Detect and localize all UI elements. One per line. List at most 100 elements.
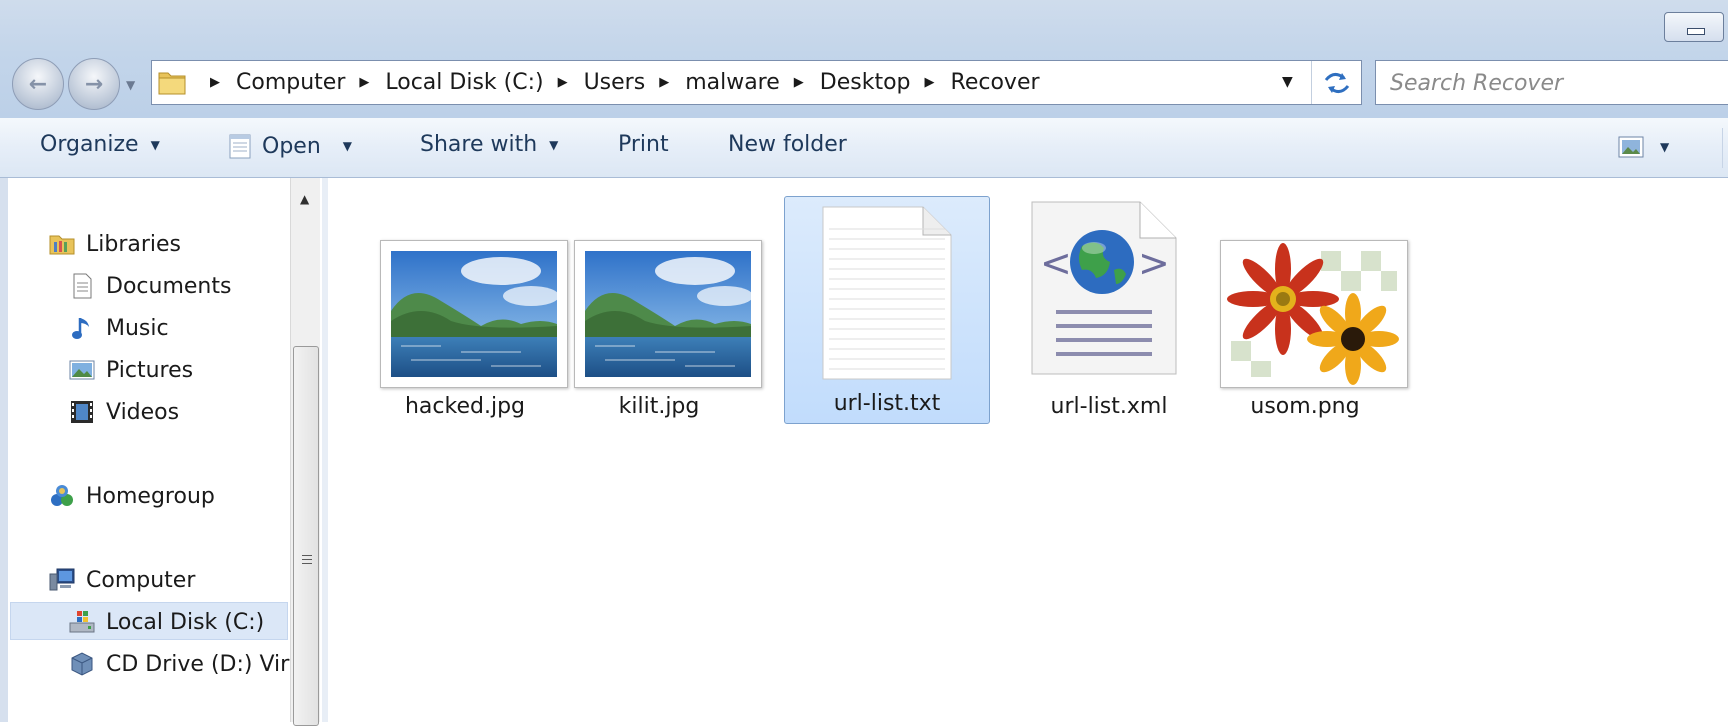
sidebar-item-videos[interactable]: Videos — [68, 398, 179, 426]
sidebar-item-homegroup[interactable]: Homegroup — [48, 482, 215, 510]
file-item-url-list-txt[interactable]: url-list.txt — [784, 196, 990, 424]
recent-pages-button[interactable]: ▼ — [126, 78, 135, 92]
breadcrumb-item-local-disk[interactable]: ▶ Local Disk (C:) — [345, 70, 543, 95]
breadcrumb-label[interactable]: Recover — [951, 70, 1040, 95]
landscape-thumbnail — [380, 240, 568, 388]
landscape-thumbnail — [574, 240, 762, 388]
chevron-down-icon: ▼ — [150, 137, 160, 152]
refresh-icon — [1324, 72, 1350, 93]
sidebar-item-label: Computer — [86, 567, 196, 593]
minimize-button[interactable] — [1664, 12, 1724, 42]
film-icon — [71, 401, 93, 423]
sidebar-item-label: Homegroup — [86, 483, 215, 509]
music-icon — [72, 318, 89, 339]
sidebar-item-label: Pictures — [106, 357, 194, 383]
minimize-icon — [1687, 28, 1705, 35]
computer-icon — [49, 568, 75, 591]
sidebar-item-label: Videos — [106, 399, 180, 425]
breadcrumb-label[interactable]: malware — [685, 70, 780, 95]
chevron-right-icon[interactable]: ▶ — [659, 75, 669, 90]
sidebar-item-label: Documents — [106, 273, 232, 299]
libraries-icon — [49, 235, 75, 255]
file-item-url-list-xml[interactable]: < > url-list.xml — [1006, 198, 1212, 426]
sidebar-item-label: CD Drive (D:) Virt — [106, 651, 298, 677]
grip-icon — [302, 555, 312, 567]
chevron-right-icon[interactable]: ▶ — [925, 75, 935, 90]
file-name: kilit.jpg — [618, 394, 700, 419]
svg-text:>: > — [1138, 241, 1170, 285]
sidebar-item-documents[interactable]: Documents — [68, 272, 231, 300]
command-bar: Organize ▼ Open ▼ Share with ▼ Print New… — [0, 118, 1728, 178]
sidebar-item-pictures[interactable]: Pictures — [68, 356, 193, 384]
xml-globe-icon: < > — [1031, 201, 1177, 375]
chevron-right-icon[interactable]: ▶ — [794, 75, 804, 90]
navigation-scrollbar[interactable]: ▲ — [290, 178, 320, 726]
chevron-down-icon: ▼ — [549, 137, 559, 152]
scrollbar-thumb[interactable] — [293, 346, 319, 726]
chevron-right-icon[interactable]: ▶ — [558, 75, 568, 90]
cd-drive-icon — [71, 652, 93, 676]
chevron-down-icon[interactable]: ▼ — [1660, 140, 1669, 154]
breadcrumb-label[interactable]: Computer — [236, 70, 345, 95]
file-item-kilit-jpg[interactable]: kilit.jpg — [556, 198, 762, 426]
address-bar[interactable]: ▶ Computer ▶ Local Disk (C:) ▶ Users ▶ m… — [151, 60, 1362, 105]
breadcrumb-item-computer[interactable]: ▶ Computer — [196, 70, 345, 95]
search-input[interactable] — [1388, 67, 1722, 99]
sidebar-item-label: Music — [106, 315, 169, 341]
arrow-left-icon: ← — [28, 71, 48, 97]
scroll-up-icon[interactable]: ▲ — [300, 192, 309, 206]
new-folder-label: New folder — [728, 132, 847, 157]
sidebar-item-cd-drive[interactable]: CD Drive (D:) Virt — [68, 650, 298, 678]
file-name: url-list.xml — [1050, 394, 1168, 419]
search-box[interactable] — [1375, 60, 1728, 105]
breadcrumb-item-desktop[interactable]: ▶ Desktop — [780, 70, 911, 95]
text-file-icon — [822, 206, 952, 380]
pictures-icon — [69, 360, 95, 380]
breadcrumb-label[interactable]: Users — [584, 70, 646, 95]
sidebar-item-label: Libraries — [86, 231, 182, 257]
breadcrumb-label[interactable]: Local Disk (C:) — [385, 70, 543, 95]
sidebar-item-libraries[interactable]: Libraries — [48, 230, 181, 258]
chevron-right-icon[interactable]: ▶ — [210, 75, 220, 90]
navigation-pane — [0, 178, 322, 722]
organize-button[interactable]: Organize ▼ — [40, 132, 160, 157]
file-item-usom-png[interactable]: usom.png — [1202, 198, 1408, 426]
breadcrumb: ▶ Computer ▶ Local Disk (C:) ▶ Users ▶ m… — [196, 61, 1040, 104]
svg-text:<: < — [1040, 241, 1072, 285]
share-with-button[interactable]: Share with ▼ — [420, 132, 558, 157]
chevron-right-icon[interactable]: ▶ — [359, 75, 369, 90]
address-dropdown-button[interactable]: ▼ — [1282, 74, 1293, 90]
notepad-icon — [229, 134, 251, 159]
arrow-right-icon: → — [84, 71, 104, 97]
view-options-icon — [1618, 136, 1644, 158]
breadcrumb-label[interactable]: Desktop — [820, 70, 911, 95]
print-label: Print — [618, 132, 669, 157]
open-button[interactable]: Open ▼ — [226, 132, 352, 160]
sidebar-item-computer[interactable]: Computer — [48, 566, 195, 594]
sidebar-item-local-disk[interactable]: Local Disk (C:) — [68, 608, 264, 636]
document-icon — [73, 273, 92, 299]
flowers-thumbnail — [1220, 240, 1408, 388]
window-frame: ← → ▼ ▶ Computer ▶ Local Disk (C:) ▶ Use… — [0, 0, 1728, 118]
share-with-label: Share with — [420, 132, 538, 157]
chevron-down-icon[interactable]: ▼ — [343, 139, 352, 153]
print-button[interactable]: Print — [618, 132, 669, 157]
breadcrumb-item-recover[interactable]: ▶ Recover — [911, 70, 1040, 95]
hard-drive-icon — [69, 611, 95, 633]
homegroup-icon — [51, 485, 73, 506]
file-item-hacked-jpg[interactable]: hacked.jpg — [362, 198, 568, 426]
sidebar-item-music[interactable]: Music — [68, 314, 169, 342]
change-view-button[interactable]: ▼ — [1618, 136, 1669, 158]
organize-label: Organize — [40, 132, 139, 157]
new-folder-button[interactable]: New folder — [728, 132, 847, 157]
file-list: hacked.jpg kilit.jpg url-list.txt < > ur… — [328, 178, 1728, 722]
breadcrumb-item-users[interactable]: ▶ Users — [544, 70, 646, 95]
open-label: Open — [262, 133, 321, 159]
forward-button[interactable]: → — [68, 58, 120, 110]
file-name: url-list.txt — [833, 391, 941, 416]
breadcrumb-item-malware[interactable]: ▶ malware — [645, 70, 780, 95]
back-button[interactable]: ← — [12, 58, 64, 110]
file-name: hacked.jpg — [404, 394, 525, 419]
refresh-button[interactable] — [1311, 61, 1362, 104]
file-name: usom.png — [1250, 394, 1360, 419]
